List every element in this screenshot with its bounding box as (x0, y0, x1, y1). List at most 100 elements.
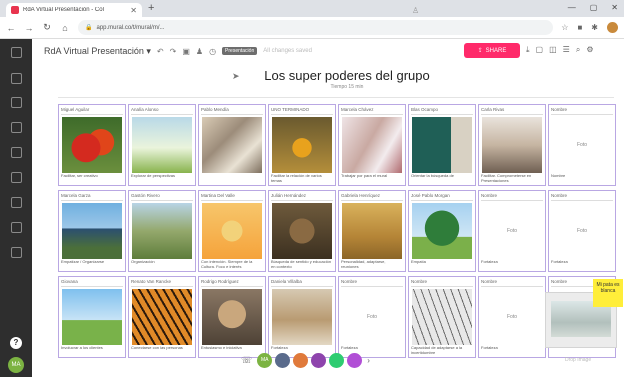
member-photo[interactable] (272, 289, 332, 345)
collaborator-avatar[interactable] (347, 353, 363, 368)
shape-icon[interactable] (11, 122, 22, 133)
member-card[interactable]: UNO TERMINADO Facilitar la relación de va… (268, 104, 336, 186)
star-icon[interactable]: ☆ (561, 23, 568, 32)
member-card[interactable]: Pablo Mendía (198, 104, 266, 186)
member-strength[interactable]: Fortaleza (551, 259, 613, 269)
collaborator-avatar[interactable] (293, 353, 309, 368)
member-name[interactable]: Nombre (411, 279, 473, 287)
member-name[interactable]: Carla Rivas (481, 107, 543, 115)
collapse-icon[interactable] (11, 47, 22, 58)
member-name[interactable]: Nombre (551, 193, 613, 201)
member-strength[interactable]: Personalidad, adaptarse, reuniones (341, 259, 403, 269)
home-icon[interactable]: ⌂ (60, 23, 70, 33)
timer-icon[interactable]: ◷ (209, 47, 216, 56)
member-strength[interactable]: Conectarse con las personas (131, 345, 193, 355)
outline-icon[interactable]: ▣ (182, 47, 190, 56)
reload-icon[interactable]: ↻ (42, 22, 52, 33)
member-name[interactable]: Marcela Chávez (341, 107, 403, 115)
undo-icon[interactable]: ↶ (157, 47, 164, 56)
member-photo[interactable] (482, 117, 542, 173)
settings-icon[interactable]: ⚙ (586, 45, 593, 55)
member-name[interactable]: José Pablo Morgan (411, 193, 473, 201)
maximize-button[interactable]: ▢ (590, 3, 598, 12)
search-icon[interactable]: ⌕ (576, 45, 580, 55)
member-photo[interactable] (412, 289, 472, 345)
member-photo[interactable] (62, 117, 122, 173)
member-card[interactable]: Miguel Aguilar Facilitar, ser creativo (58, 104, 126, 186)
profile-avatar[interactable] (607, 22, 618, 33)
member-strength[interactable]: Con intención. Siempre de la Cultura. Fo… (201, 259, 263, 269)
member-photo[interactable] (62, 203, 122, 259)
photo-placeholder[interactable]: Foto (482, 203, 542, 259)
member-name[interactable]: Miguel Aguilar (61, 107, 123, 115)
member-card[interactable]: Daniela Villalba Fortaleza (268, 276, 336, 358)
collaborator-avatar[interactable] (275, 353, 291, 368)
member-strength[interactable]: Explorar de perspectivas (131, 173, 193, 183)
member-card[interactable]: Nombre Foto Fortaleza (478, 276, 546, 358)
forward-icon[interactable]: → (24, 23, 34, 33)
member-photo[interactable] (272, 203, 332, 259)
member-name[interactable]: Blas Ocampo (411, 107, 473, 115)
chat-icon[interactable]: ▢ (536, 45, 544, 55)
member-name[interactable]: UNO TERMINADO (271, 107, 333, 115)
text-icon[interactable] (11, 97, 22, 108)
draw-icon[interactable] (11, 247, 22, 258)
photo-placeholder[interactable]: Foto (482, 289, 542, 345)
icons-icon[interactable] (11, 222, 22, 233)
member-name[interactable]: Martina Del Valle (201, 193, 263, 201)
member-name[interactable]: Nombre (481, 193, 543, 201)
templates-icon[interactable] (11, 197, 22, 208)
member-card[interactable]: Analía Alonso Explorar de perspectivas (128, 104, 196, 186)
presentation-badge[interactable]: Presentación (222, 47, 258, 55)
member-strength[interactable]: Nombre (551, 173, 613, 183)
member-name[interactable]: Gabriela Henríquez (341, 193, 403, 201)
member-name[interactable]: Analía Alonso (131, 107, 193, 115)
member-name[interactable]: Julián Hernández (271, 193, 333, 201)
member-card[interactable]: Carla Rivas Facilitar. Comprometerse en P… (478, 104, 546, 186)
photo-placeholder[interactable]: Foto (552, 203, 612, 259)
board-title[interactable]: Los super poderes del grupo (262, 68, 432, 83)
sticky-note-icon[interactable] (11, 73, 22, 84)
member-card[interactable]: José Pablo Morgan Empatía (408, 190, 476, 272)
member-photo[interactable] (412, 117, 472, 173)
minimize-button[interactable]: — (568, 3, 576, 12)
member-photo[interactable] (272, 117, 332, 173)
comment-icon[interactable]: ◫ (549, 45, 557, 55)
member-strength[interactable]: Orientar la búsqueda de (411, 173, 473, 183)
member-card[interactable]: Nombre Capacidad de adaptarse a la incert… (408, 276, 476, 358)
member-name[interactable]: Nombre (551, 107, 613, 115)
redo-icon[interactable]: ↷ (170, 47, 177, 56)
member-card[interactable]: Gastón Rivero Organización (128, 190, 196, 272)
member-card[interactable]: Martina Del Valle Con intención. Siempre … (198, 190, 266, 272)
member-strength[interactable]: Facilitar la relación de varios temas (271, 173, 333, 183)
member-strength[interactable]: Organización (131, 259, 193, 269)
board-subtitle[interactable]: Tiempo 15 min (262, 84, 432, 90)
member-card[interactable]: Giovana Involucrar a los clientes (58, 276, 126, 358)
photo-placeholder[interactable]: Foto (342, 289, 402, 345)
member-name[interactable]: Giovana (61, 279, 123, 287)
member-card[interactable]: Nombre Foto Fortaleza (478, 190, 546, 272)
user-icon[interactable]: ♙ (412, 6, 419, 15)
export-icon[interactable]: ⤓ (526, 45, 530, 55)
member-card[interactable]: Nombre Foto Fortaleza (338, 276, 406, 358)
user-avatar[interactable]: MA (8, 357, 24, 373)
member-card[interactable]: Nombre Foto Nombre (548, 104, 616, 186)
share-button[interactable]: ⇪ SHARE (464, 43, 520, 58)
member-card[interactable]: Marcela Garza Empatizar / Organizarse (58, 190, 126, 272)
member-strength[interactable]: Capacidad de adaptarse a la incertidumbr… (411, 345, 473, 355)
browser-tab[interactable]: RdA Virtual Presentación - Col ✕ (6, 3, 142, 17)
member-name[interactable]: Pablo Mendía (201, 107, 263, 115)
member-strength[interactable]: Involucrar a los clientes (61, 345, 123, 355)
member-photo[interactable] (132, 289, 192, 345)
call-icon[interactable]: ☏ (241, 355, 252, 366)
activity-icon[interactable]: ☰ (563, 45, 570, 55)
collaborator-avatar[interactable] (311, 353, 327, 368)
member-name[interactable]: Nombre (341, 279, 403, 287)
member-name[interactable]: Daniela Villalba (271, 279, 333, 287)
frame-icon[interactable] (11, 147, 22, 158)
member-strength[interactable]: Fortaleza (481, 345, 543, 355)
member-strength[interactable]: Búsqueda de sentido y educación en conte… (271, 259, 333, 269)
member-strength[interactable]: Facilitar. Comprometerse en Presentacion… (481, 173, 543, 183)
member-name[interactable]: Nombre (481, 279, 543, 287)
member-card[interactable]: Julián Hernández Búsqueda de sentido y ed… (268, 190, 336, 272)
